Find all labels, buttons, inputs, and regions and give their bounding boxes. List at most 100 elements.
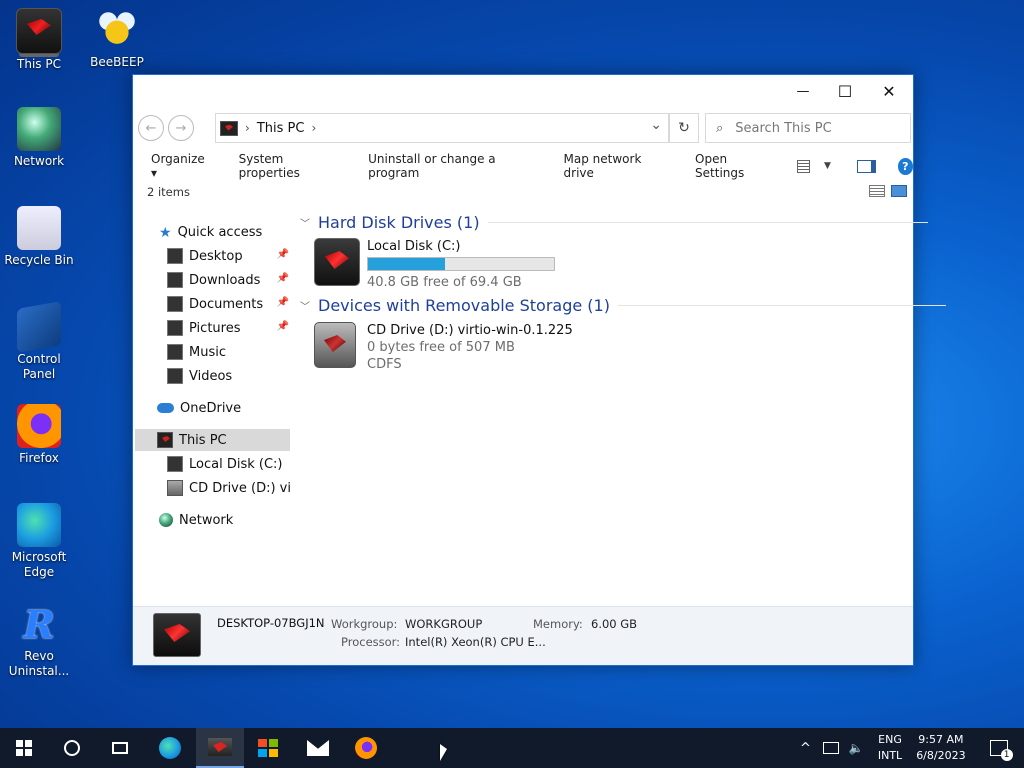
- desktop-icon-edge[interactable]: Microsoft Edge: [4, 503, 74, 580]
- nav-cd-drive[interactable]: CD Drive (D:) virtio: [167, 477, 290, 499]
- pin-icon[interactable]: 📌: [277, 297, 289, 308]
- start-button[interactable]: [0, 728, 48, 768]
- windows-logo-icon: [16, 740, 32, 756]
- large-icons-view-icon[interactable]: [891, 185, 907, 197]
- desktop-icon-label: Revo Uninstal...: [8, 649, 70, 678]
- maximize-button[interactable]: ☐: [823, 75, 867, 107]
- view-options-icon[interactable]: [797, 159, 810, 173]
- command-bar: Organize ▾ System properties Uninstall o…: [133, 152, 914, 180]
- beebeep-icon: [95, 8, 139, 52]
- desktop-icon-label: BeeBEEP: [90, 55, 144, 69]
- drive-local-disk-c[interactable]: Local Disk (C:) 40.8 GB free of 69.4 GB: [314, 238, 555, 291]
- network-icon: [17, 107, 61, 151]
- system-properties-button[interactable]: System properties: [224, 152, 353, 180]
- star-icon: ★: [159, 225, 172, 241]
- group-header-removable[interactable]: ﹀ Devices with Removable Storage (1): [300, 296, 946, 315]
- search-box[interactable]: ⌕ Search This PC: [705, 113, 911, 143]
- nav-documents[interactable]: Documents 📌: [167, 293, 289, 315]
- address-bar[interactable]: › This PC › ⌄: [215, 113, 669, 143]
- nav-desktop[interactable]: Desktop 📌: [167, 245, 289, 267]
- input-language[interactable]: ENG INTL: [878, 732, 902, 764]
- nav-quick-access[interactable]: ★ Quick access: [159, 221, 262, 243]
- task-view-icon: [112, 742, 128, 754]
- drive-free-space: 0 bytes free of 507 MB: [367, 340, 515, 355]
- preview-pane-icon[interactable]: [856, 159, 876, 173]
- drive-file-system: CDFS: [367, 357, 402, 372]
- drive-name: CD Drive (D:) virtio-win-0.1.225: [367, 323, 573, 338]
- minimize-button[interactable]: —: [781, 75, 825, 107]
- nav-this-pc[interactable]: This PC: [135, 429, 290, 451]
- pin-icon[interactable]: 📌: [277, 321, 289, 332]
- address-dropdown-icon[interactable]: ⌄: [650, 117, 662, 133]
- processor-value: Intel(R) Xeon(R) CPU E...: [405, 635, 546, 649]
- search-circle-icon: [64, 740, 80, 756]
- uninstall-program-button[interactable]: Uninstall or change a program: [353, 152, 548, 180]
- system-tray: ^ 🔈 ENG INTL 9:57 AM 6/8/2023 1: [800, 728, 1013, 768]
- network-icon: [159, 513, 173, 527]
- taskbar-edge[interactable]: [146, 728, 194, 768]
- taskbar-store[interactable]: [244, 728, 292, 768]
- network-status-icon[interactable]: [822, 742, 839, 754]
- folder-icon: [167, 320, 183, 336]
- taskbar-mail[interactable]: [294, 728, 342, 768]
- desktop-icon-label: Recycle Bin: [4, 253, 74, 267]
- pin-icon[interactable]: 📌: [277, 249, 289, 260]
- desktop-icon-recycle-bin[interactable]: Recycle Bin: [4, 206, 74, 268]
- desktop-icon-label: Control Panel: [17, 352, 61, 381]
- store-icon: [258, 739, 278, 757]
- taskbar-firefox[interactable]: [342, 728, 390, 768]
- close-button[interactable]: ✕: [867, 75, 911, 107]
- nav-downloads[interactable]: Downloads 📌: [167, 269, 289, 291]
- help-icon[interactable]: ?: [897, 157, 914, 175]
- refresh-button[interactable]: ↻: [669, 113, 699, 143]
- desktop-icon-label: Network: [13, 154, 65, 168]
- desktop-icon-network[interactable]: Network: [4, 107, 74, 169]
- nav-music[interactable]: Music: [167, 341, 226, 363]
- chevron-down-icon[interactable]: ▼: [824, 161, 831, 171]
- search-button[interactable]: [48, 728, 96, 768]
- volume-muted-icon[interactable]: 🔈: [849, 741, 864, 755]
- folder-icon: [167, 344, 183, 360]
- search-placeholder: Search This PC: [735, 120, 832, 136]
- desktop-icon-label: Firefox: [19, 451, 59, 465]
- mouse-cursor: [440, 744, 447, 761]
- breadcrumb-this-pc[interactable]: This PC: [257, 121, 305, 136]
- organize-button[interactable]: Organize ▾: [133, 152, 224, 180]
- computer-icon: [153, 613, 201, 657]
- desktop-icon-label: This PC: [17, 57, 61, 71]
- taskbar-file-explorer[interactable]: [196, 728, 244, 768]
- drive-name: Local Disk (C:): [367, 239, 461, 254]
- nav-local-disk[interactable]: Local Disk (C:): [167, 453, 282, 475]
- clock[interactable]: 9:57 AM 6/8/2023: [916, 732, 965, 764]
- back-button[interactable]: ←: [138, 115, 164, 141]
- desktop-icon-beebeep[interactable]: BeeBEEP: [82, 8, 152, 70]
- pin-icon[interactable]: 📌: [277, 273, 289, 284]
- task-view-button[interactable]: [96, 728, 144, 768]
- nav-videos[interactable]: Videos: [167, 365, 232, 387]
- notification-center-icon[interactable]: 1: [989, 740, 1013, 761]
- address-row: ← → › This PC › ⌄ ↻ ⌕ Search This PC: [133, 113, 913, 143]
- processor-label: Processor:: [341, 635, 401, 649]
- open-settings-button[interactable]: Open Settings: [680, 152, 787, 180]
- nav-network[interactable]: Network: [159, 509, 233, 531]
- nav-pictures[interactable]: Pictures 📌: [167, 317, 289, 339]
- group-header-hdd[interactable]: ﹀ Hard Disk Drives (1): [300, 213, 928, 232]
- desktop-icon-revo[interactable]: R Revo Uninstal...: [4, 602, 74, 679]
- desktop-icon-firefox[interactable]: Firefox: [4, 404, 74, 466]
- address-separator[interactable]: ›: [311, 121, 316, 135]
- mail-icon: [307, 740, 329, 756]
- firefox-icon: [355, 737, 377, 759]
- this-pc-icon: [157, 432, 173, 448]
- chevron-up-icon[interactable]: ^: [800, 741, 811, 756]
- drive-cd-d[interactable]: CD Drive (D:) virtio-win-0.1.225 0 bytes…: [314, 322, 573, 373]
- taskbar: ^ 🔈 ENG INTL 9:57 AM 6/8/2023 1: [0, 728, 1024, 768]
- title-bar[interactable]: — ☐ ✕: [133, 75, 913, 107]
- forward-button[interactable]: →: [168, 115, 194, 141]
- nav-onedrive[interactable]: OneDrive: [157, 397, 241, 419]
- desktop-icon-control-panel[interactable]: Control Panel: [4, 301, 74, 382]
- cd-drive-icon: [314, 322, 356, 368]
- details-view-icon[interactable]: [869, 185, 885, 197]
- folder-icon: [167, 296, 183, 312]
- map-network-drive-button[interactable]: Map network drive: [549, 152, 681, 180]
- desktop-icon-this-pc[interactable]: This PC: [4, 8, 74, 72]
